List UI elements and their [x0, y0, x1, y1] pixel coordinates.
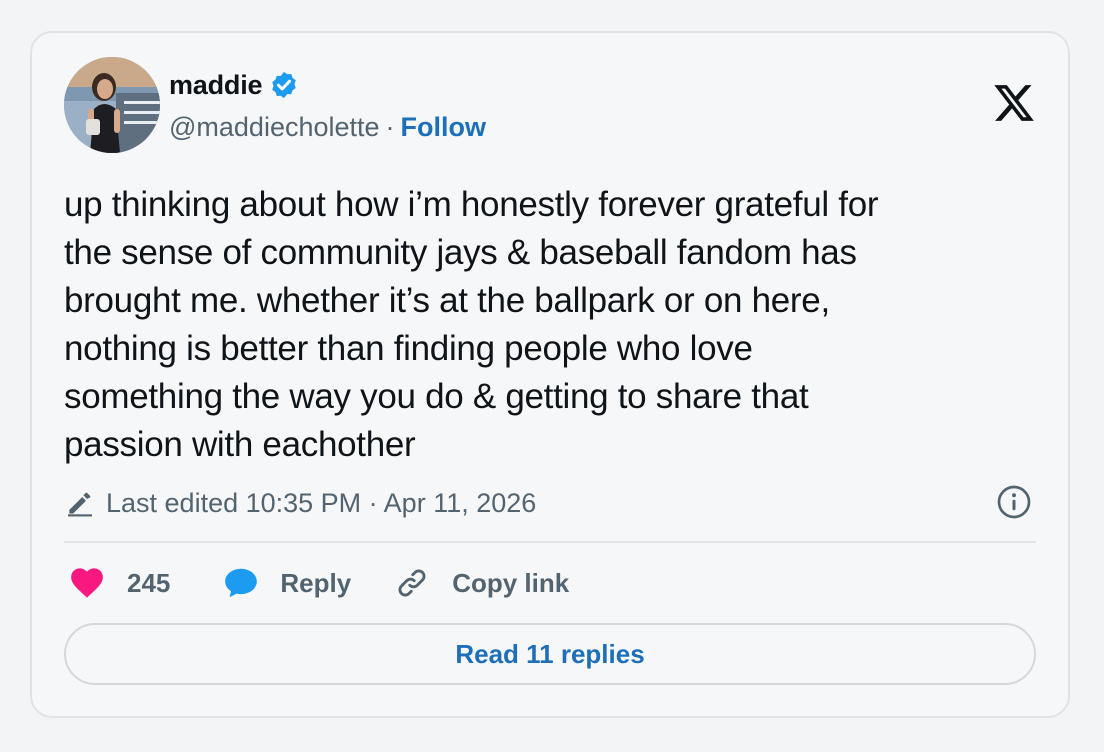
edited-label: Last edited 10:35 PM · Apr 11, 2026	[106, 487, 537, 518]
author-display-name[interactable]: maddie	[169, 70, 263, 101]
tweet-text-line: the sense of community jays & baseball f…	[64, 233, 857, 272]
like-count: 245	[127, 567, 171, 598]
read-replies-button[interactable]: Read 11 replies	[64, 623, 1036, 685]
edited-timestamp-row[interactable]: Last edited 10:35 PM · Apr 11, 2026	[64, 483, 536, 523]
divider	[64, 541, 1036, 543]
avatar-photo	[64, 57, 160, 153]
copy-link-button[interactable]: Copy link	[394, 565, 569, 601]
author-name-row: maddie	[169, 65, 299, 105]
tweet-embed-card: maddie @maddiecholette · Follow up think…	[30, 31, 1070, 718]
avatar[interactable]	[64, 57, 160, 153]
like-button[interactable]: 245	[68, 564, 222, 602]
reply-button[interactable]: Reply	[222, 564, 394, 602]
author-handle-row: @maddiecholette · Follow	[169, 107, 486, 147]
tweet-text-line: up thinking about how i’m honestly forev…	[64, 185, 879, 224]
reply-label: Reply	[280, 567, 352, 598]
tweet-text-line: nothing is better than finding people wh…	[64, 329, 753, 368]
x-logo-icon[interactable]	[992, 81, 1036, 125]
tweet-text-line: passion with eachother	[64, 425, 416, 464]
copy-link-label: Copy link	[452, 567, 570, 598]
tweet-text-line: brought me. whether it’s at the ballpark…	[64, 281, 830, 320]
speech-bubble-icon	[225, 568, 258, 598]
verified-badge-icon	[272, 71, 297, 99]
pencil-icon	[68, 492, 92, 517]
info-icon[interactable]	[996, 484, 1032, 520]
tweet-text-line: something the way you do & getting to sh…	[64, 377, 809, 416]
separator-dot: ·	[385, 111, 395, 142]
follow-button[interactable]: Follow	[401, 112, 486, 143]
author-handle[interactable]: @maddiecholette	[169, 112, 380, 143]
action-bar: 245 Reply Copy link	[68, 561, 569, 605]
heart-icon	[71, 568, 103, 598]
link-icon	[398, 569, 426, 597]
tweet-text: up thinking about how i’m honestly forev…	[64, 181, 1044, 469]
